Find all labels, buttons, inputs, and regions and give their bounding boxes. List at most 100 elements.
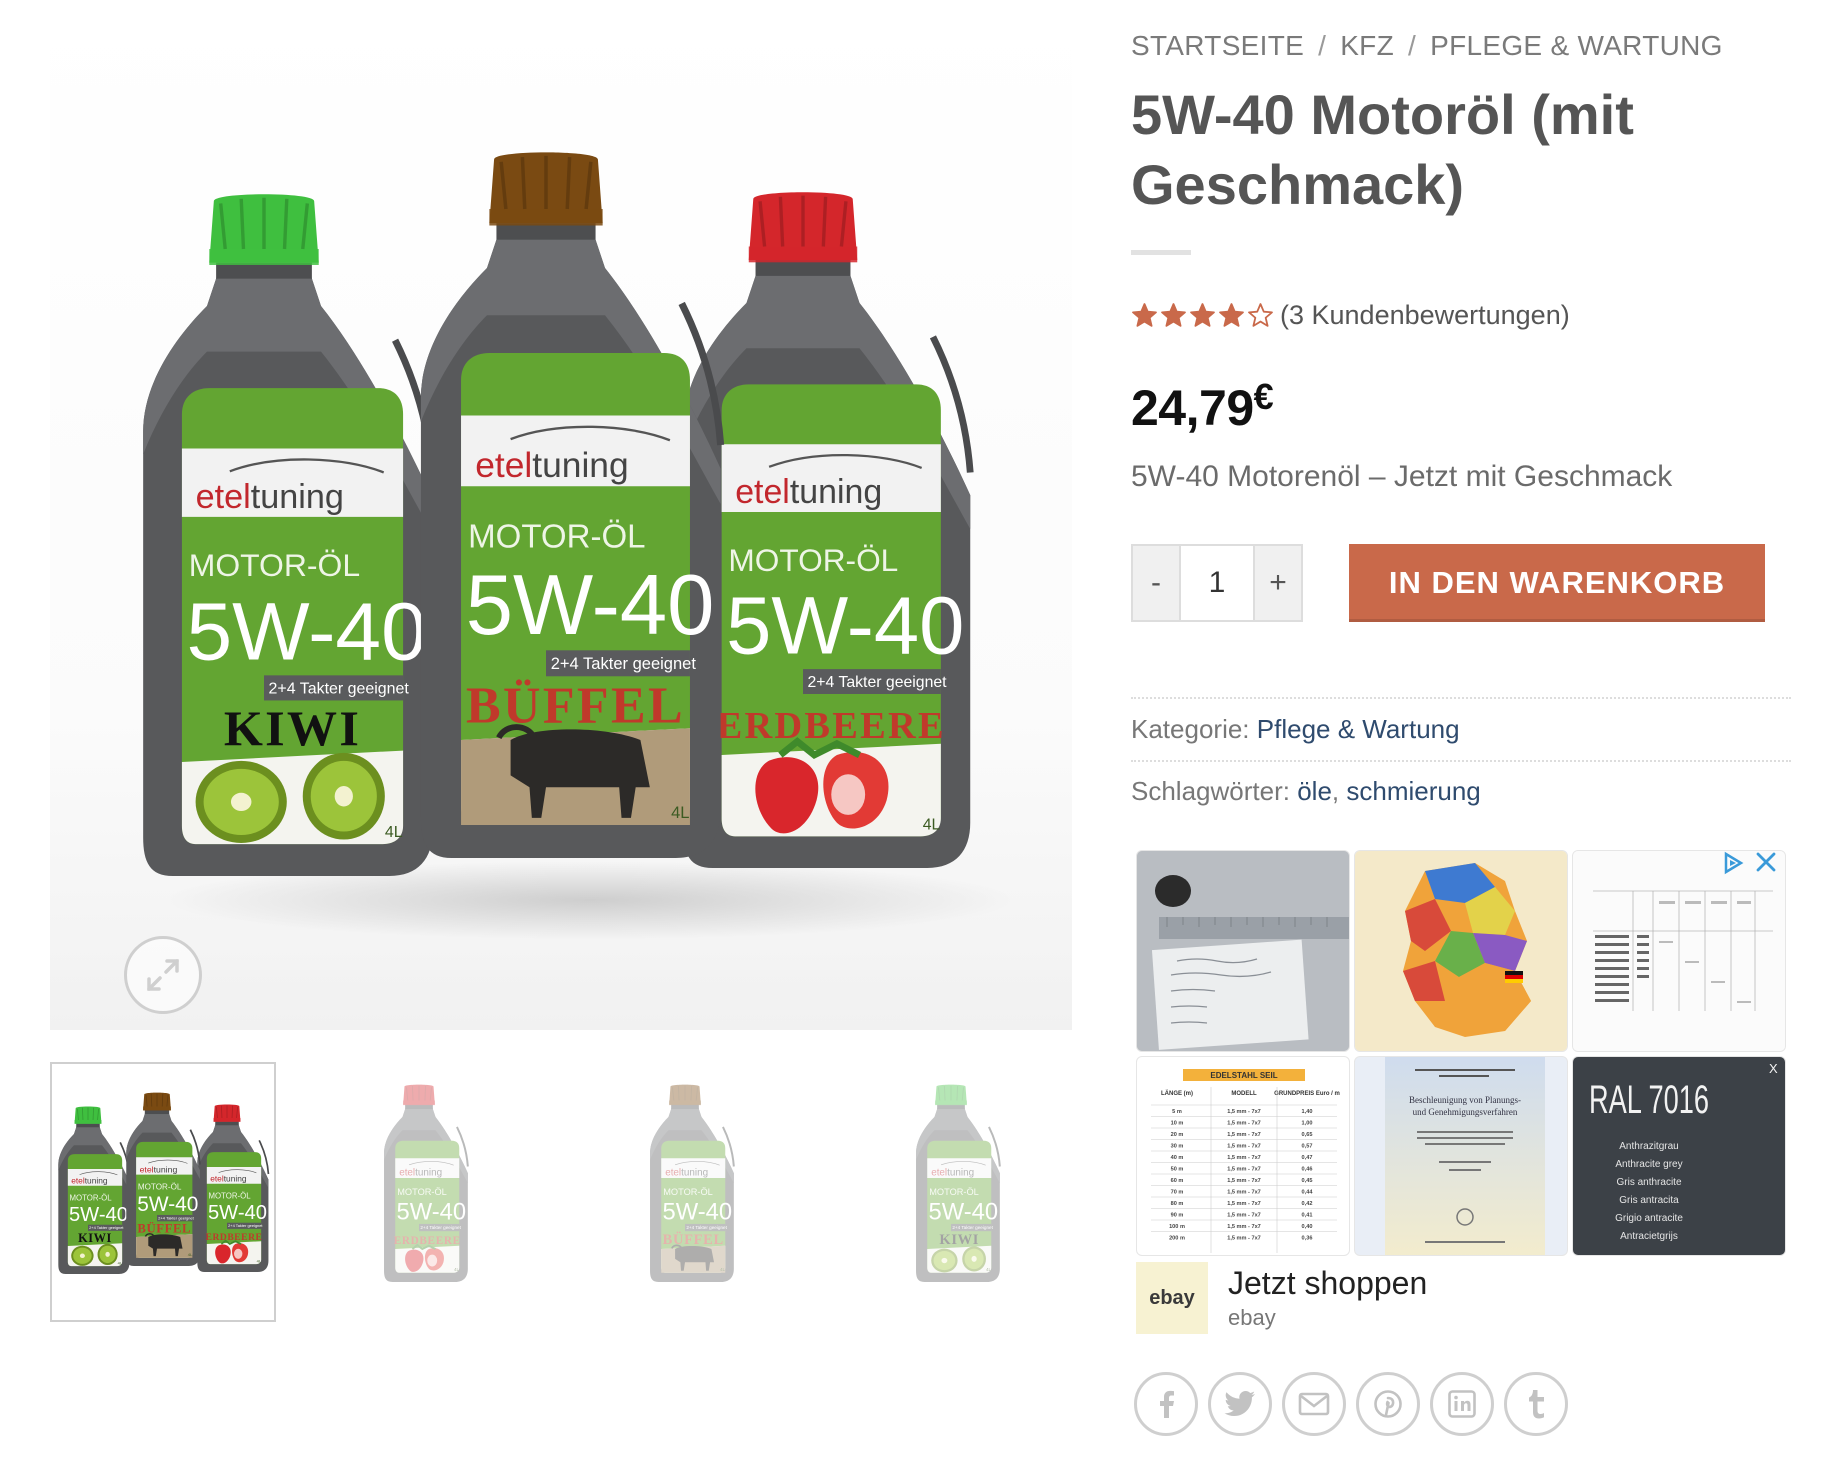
tag-link-schmierung[interactable]: schmierung	[1346, 776, 1480, 806]
bottle-viscosity: 5W-40	[69, 1204, 128, 1226]
bottle-viscosity: 5W-40	[929, 1198, 999, 1225]
thumbnail-1[interactable]: eteltuning MOTOR-ÖL 5W-40 2+4 Takter geeign…	[50, 1062, 276, 1322]
thumbnail-2[interactable]: eteltuning MOTOR-ÖL 5W-40 2+4 Takter geeign…	[316, 1062, 542, 1322]
ad-table-cell: 1,5 mm - 7x7	[1227, 1213, 1261, 1219]
bottle-brand: eteltuning	[399, 1167, 442, 1178]
pinterest-icon	[1374, 1390, 1402, 1418]
ebay-logo: ebay	[1136, 1262, 1208, 1334]
share-tumblr-button[interactable]	[1504, 1372, 1568, 1436]
ad-book-image: Beschleunigung von Planungs- und Genehmi…	[1385, 1057, 1545, 1255]
thumbnail-3[interactable]: eteltuning MOTOR-ÖL 5W-40 2+4 Takter geeign…	[582, 1062, 808, 1322]
ad-table-cell: 1,5 mm - 7x7	[1227, 1167, 1261, 1173]
bottle-brand: eteltuning	[735, 473, 882, 511]
bottle-subline: 2+4 Takter geeignet	[686, 1225, 727, 1230]
bottle-product-line: MOTOR-ÖL	[70, 1193, 113, 1202]
ad-table-cell: 0,42	[1302, 1201, 1313, 1207]
ad-tile-book[interactable]: Beschleunigung von Planungs- und Genehmi…	[1354, 1056, 1568, 1256]
bottle-brand: eteltuning	[71, 1176, 108, 1186]
bottle-product-line: MOTOR-ÖL	[728, 542, 898, 578]
reviews-link[interactable]: (3 Kundenbewertungen)	[1280, 300, 1570, 331]
ad-tile-spec-table[interactable]	[1572, 850, 1786, 1052]
share-buttons	[1134, 1372, 1568, 1436]
thumbnail-bottle-image: eteltuning MOTOR-ÖL5W-402+4 Takter geeign…	[384, 1084, 469, 1282]
ad-block: EDELSTAHL SEIL LÄNGE (m) MODELL GRUNDPREIS …	[1136, 850, 1791, 1334]
zoom-button[interactable]	[124, 936, 202, 1014]
bottle-volume: 4L	[923, 817, 941, 834]
product-bottles-illustration: eteltuningMOTOR-ÖL5W-402+4 Takter geeign…	[143, 152, 974, 876]
meta-divider	[1131, 760, 1791, 762]
quantity-increase-button[interactable]: +	[1255, 546, 1301, 620]
bottle-product-line: MOTOR-ÖL	[189, 547, 360, 583]
share-linkedin-button[interactable]	[1430, 1372, 1494, 1436]
ad-ral-swatch-image: RAL 7016 X Anthrazitgrau Anthracite grey Gri…	[1589, 1061, 1778, 1242]
ad-table-cell: 1,5 mm - 7x7	[1227, 1236, 1261, 1242]
bottle-subline: 2+4 Takter geeignet	[228, 1223, 263, 1228]
star-rating	[1131, 302, 1274, 329]
expand-icon	[147, 959, 179, 991]
category-link[interactable]: Pflege & Wartung	[1257, 714, 1460, 744]
quantity-input[interactable]	[1179, 546, 1255, 620]
bottle-flavor-name: ERDBEERE	[394, 1235, 461, 1247]
bottle-product-line: MOTOR-ÖL	[397, 1187, 447, 1197]
tags-label: Schlagwörter:	[1131, 776, 1290, 806]
ad-table-cell: 0,57	[1302, 1144, 1313, 1150]
tumblr-icon	[1529, 1390, 1544, 1419]
share-twitter-button[interactable]	[1208, 1372, 1272, 1436]
ad-choices	[1721, 851, 1777, 875]
bottle-viscosity: 5W-40	[397, 1198, 467, 1225]
ad-table-cell: 0,36	[1302, 1236, 1313, 1242]
quantity-stepper: - +	[1131, 544, 1303, 622]
thumbnail-strip: eteltuning MOTOR-ÖL 5W-40 2+4 Takter geeign…	[50, 1062, 1072, 1322]
bottle-flavor-name: KIWI	[939, 1232, 979, 1248]
star-filled-icon	[1190, 303, 1215, 327]
ad-table-cell: 80 m	[1171, 1201, 1184, 1207]
linkedin-icon	[1448, 1390, 1476, 1418]
short-description: 5W-40 Motorenöl – Jetzt mit Geschmack	[1131, 460, 1673, 493]
bottle-flavor-name: KIWI	[224, 700, 361, 756]
ad-table-cell: 1,40	[1302, 1109, 1313, 1115]
bottle-brand: eteltuning	[931, 1167, 974, 1178]
ad-tile-price-table[interactable]: EDELSTAHL SEIL LÄNGE (m) MODELL GRUNDPREIS …	[1136, 1056, 1350, 1256]
bottle-brand: eteltuning	[475, 445, 629, 485]
ad-table-cell: 0,40	[1302, 1224, 1313, 1230]
product-main-image[interactable]: eteltuning MOTOR-ÖL 5W-40 2+4 Takter geeign…	[50, 0, 1072, 1030]
tag-link-oele[interactable]: öle	[1297, 776, 1332, 806]
quantity-decrease-button[interactable]: -	[1133, 546, 1179, 620]
ad-footer[interactable]: ebay Jetzt shoppen ebay	[1136, 1262, 1427, 1334]
ad-close-icon[interactable]	[1755, 851, 1777, 875]
breadcrumb-kfz[interactable]: KFZ	[1340, 30, 1394, 61]
share-facebook-button[interactable]	[1134, 1372, 1198, 1436]
thumbnail-4[interactable]: eteltuning MOTOR-ÖL 5W-40 2+4 Takter geeign…	[848, 1062, 1074, 1322]
email-icon	[1298, 1392, 1330, 1416]
share-email-button[interactable]	[1282, 1372, 1346, 1436]
bottle-volume: 4L	[671, 803, 689, 822]
ad-cta-link[interactable]: Jetzt shoppen	[1228, 1265, 1427, 1301]
bottle-subline: 2+4 Takter geeignet	[89, 1225, 124, 1230]
ad-spec-table-image	[1573, 851, 1785, 1051]
bottle-product-line: MOTOR-ÖL	[929, 1187, 979, 1197]
adchoices-icon[interactable]	[1721, 851, 1745, 875]
add-to-cart-button[interactable]: IN DEN WARENKORB	[1349, 544, 1765, 622]
ad-tile-ral-7016[interactable]: RAL 7016 X Anthrazitgrau Anthracite grey Gri…	[1572, 1056, 1786, 1256]
oil-bottle: eteltuning MOTOR-ÖL5W-402+4 Takter geeign…	[126, 1092, 201, 1266]
ad-table-cell: 50 m	[1171, 1167, 1184, 1173]
bottle-product-line: MOTOR-ÖL	[663, 1187, 713, 1197]
ad-table-cell: 1,5 mm - 7x7	[1227, 1178, 1261, 1184]
ad-table-cell: 1,00	[1302, 1121, 1313, 1127]
thumbnail-bottle-image: eteltuning MOTOR-ÖL5W-402+4 Takter geeign…	[916, 1084, 1001, 1282]
breadcrumb-pflege-wartung[interactable]: PFLEGE & WARTUNG	[1430, 30, 1723, 61]
ad-table-cell: 70 m	[1171, 1190, 1184, 1196]
share-pinterest-button[interactable]	[1356, 1372, 1420, 1436]
ad-ral-name: Gris antracita	[1619, 1195, 1679, 1206]
bottle-viscosity: 5W-40	[663, 1198, 733, 1225]
ad-source: ebay	[1228, 1305, 1276, 1330]
ad-table-cell: 90 m	[1171, 1213, 1184, 1219]
bottle-brand: eteltuning	[140, 1164, 178, 1174]
ad-tile-map[interactable]	[1354, 850, 1568, 1052]
bottle-viscosity: 5W-40	[137, 1193, 198, 1216]
ad-table-header: MODELL	[1231, 1091, 1257, 1097]
breadcrumb-home[interactable]: STARTSEITE	[1131, 30, 1304, 61]
product-tags: Schlagwörter: öle, schmierung	[1131, 776, 1481, 807]
ad-tile-ruler[interactable]	[1136, 850, 1350, 1052]
bottle-viscosity: 5W-40	[186, 586, 426, 677]
